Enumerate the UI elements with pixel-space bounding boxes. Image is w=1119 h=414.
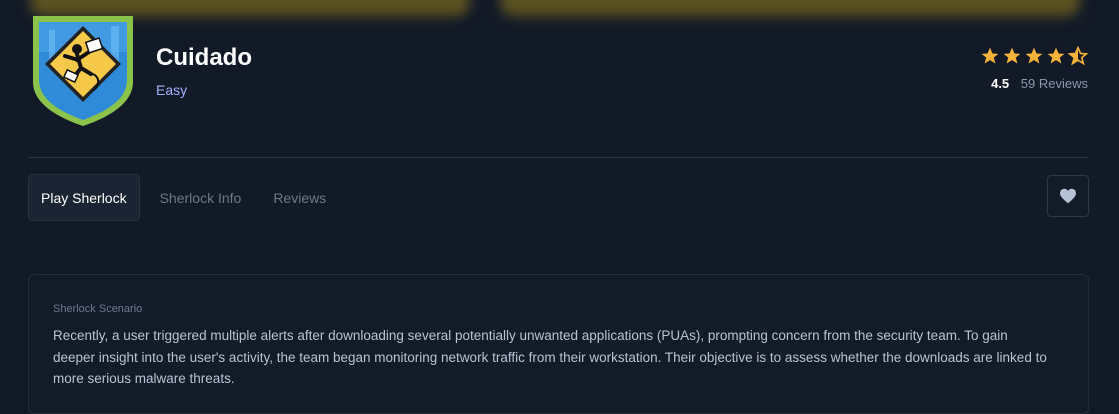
page-title: Cuidado xyxy=(156,44,252,71)
star-full-icon xyxy=(1003,47,1021,64)
star-full-icon xyxy=(981,47,999,64)
tab-sherlock-info[interactable]: Sherlock Info xyxy=(148,174,254,221)
rating-summary[interactable]: 4.5 59 Reviews xyxy=(980,46,1088,91)
rating-value: 4.5 xyxy=(991,76,1010,91)
difficulty-label: Easy xyxy=(156,82,188,98)
star-half-icon xyxy=(1068,46,1088,66)
header-divider xyxy=(28,157,1089,158)
favorite-button[interactable] xyxy=(1047,175,1089,217)
scenario-card: Sherlock Scenario Recently, a user trigg… xyxy=(28,274,1089,414)
tab-bar: Play Sherlock Sherlock Info Reviews xyxy=(28,174,346,221)
scenario-label: Sherlock Scenario xyxy=(53,303,143,315)
header: Cuidado Easy 4.5 59 Reviews xyxy=(0,0,1119,157)
heart-icon xyxy=(1060,188,1076,204)
reviews-count: 59 Reviews xyxy=(1020,76,1088,91)
star-full-icon xyxy=(1047,47,1065,64)
star-rating xyxy=(980,46,1088,66)
tab-play-sherlock[interactable]: Play Sherlock xyxy=(28,174,140,221)
star-full-icon xyxy=(1025,47,1043,64)
caution-sign-badge-icon xyxy=(33,16,133,126)
scenario-text: Recently, a user triggered multiple aler… xyxy=(53,328,1047,386)
tab-reviews[interactable]: Reviews xyxy=(261,174,338,221)
